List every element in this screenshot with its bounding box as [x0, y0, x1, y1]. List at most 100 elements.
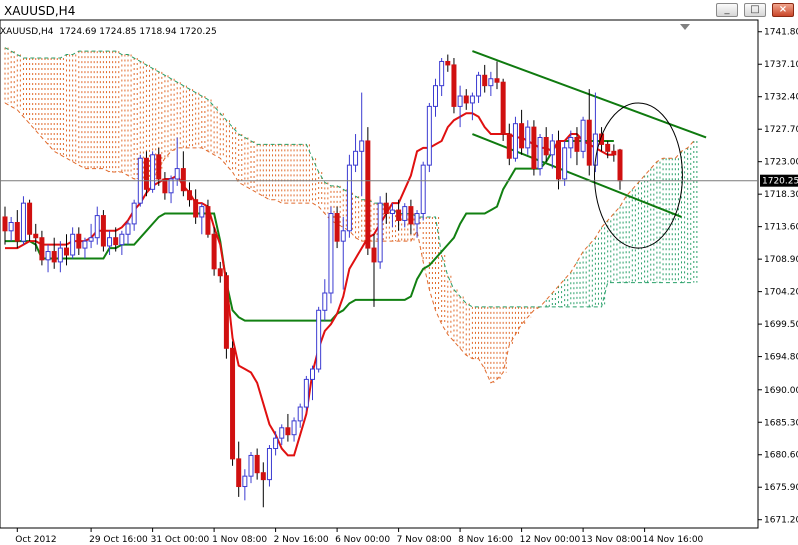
candle-body: [322, 292, 328, 311]
y-tick-label: 1713.60: [764, 223, 798, 233]
candle-body: [340, 230, 346, 242]
candle-body: [254, 454, 260, 474]
candle-body: [420, 164, 426, 215]
candle-body: [439, 60, 445, 87]
candle-body: [365, 140, 371, 249]
y-tick-label: 1675.90: [764, 483, 798, 493]
y-tick-label: 1699.50: [764, 320, 798, 330]
candle-body: [285, 427, 291, 436]
x-tick-label: 12 Nov 00:00: [520, 535, 581, 545]
x-tick-label: 29 Oct 16:00: [89, 535, 148, 545]
candle-body: [33, 233, 39, 239]
candle-body: [88, 237, 94, 242]
candle-body: [70, 233, 76, 256]
candle-body: [260, 472, 266, 481]
candle-body: [414, 213, 420, 225]
y-tick-label: 1680.60: [764, 451, 798, 461]
plot-frame: [0, 19, 759, 529]
y-tick-label: 1727.70: [764, 125, 798, 135]
x-tick-label: 6 Nov 00:00: [335, 535, 390, 545]
x-tick-label: Oct 2012: [15, 535, 56, 545]
candle-body: [14, 222, 20, 242]
candle-body: [45, 251, 51, 261]
candle-body: [580, 119, 586, 152]
candle-body: [273, 437, 279, 450]
minimize-button[interactable]: _: [716, 3, 738, 17]
y-tick-label: 1685.30: [764, 418, 798, 428]
candle-body: [20, 202, 26, 242]
candle-body: [408, 206, 414, 225]
candle-body: [617, 149, 623, 182]
candle-body: [193, 199, 199, 218]
candle-body: [266, 448, 272, 481]
candle-body: [211, 233, 217, 270]
candle-body: [279, 427, 285, 439]
candle-body: [377, 202, 383, 263]
candle-body: [113, 237, 119, 246]
candle-body: [187, 190, 192, 201]
candle-body: [297, 406, 303, 422]
candle-body: [39, 237, 45, 261]
candle-body: [51, 251, 57, 263]
candle-body: [494, 78, 500, 83]
y-tick-label: 1732.40: [764, 93, 798, 103]
dropdown-arrow-icon[interactable]: [680, 24, 690, 30]
candle-body: [556, 140, 561, 180]
x-tick-label: 2 Nov 16:00: [274, 535, 329, 545]
close-icon: ×: [778, 4, 788, 15]
candle-body: [57, 247, 63, 263]
info-line: XAUUSD,H4 1724.69 1724.85 1718.94 1720.2…: [0, 27, 217, 37]
candle-body: [396, 209, 402, 221]
candle-body: [291, 420, 297, 436]
candle-body: [107, 237, 113, 247]
candle-body: [426, 105, 432, 166]
candle-body: [457, 95, 463, 107]
x-tick-label: 31 Oct 00:00: [151, 535, 210, 545]
y-tick-label: 1671.20: [764, 516, 798, 526]
candle-body: [353, 150, 359, 166]
window-title: XAUUSD,H4: [4, 4, 76, 18]
candle-body: [64, 247, 69, 256]
candle-body: [482, 74, 488, 87]
candle-body: [205, 206, 211, 235]
close-button[interactable]: ×: [772, 3, 794, 17]
candle-body: [131, 202, 137, 225]
price-chart[interactable]: 1741.80 1737.10 1732.40 1727.70 1723.00 1718.…: [0, 0, 798, 545]
candle-body: [463, 95, 469, 104]
candle-body: [236, 458, 242, 488]
candle-body: [537, 136, 543, 170]
candle-body: [574, 136, 580, 152]
candle-body: [156, 154, 162, 180]
candle-body: [445, 60, 451, 66]
candle-body: [433, 85, 438, 107]
candle-body: [476, 74, 482, 97]
y-tick-label: 1723.00: [764, 158, 798, 168]
candlesticks: [2, 54, 623, 508]
candle-body: [512, 123, 518, 159]
candle-body: [316, 309, 322, 370]
candle-body: [359, 140, 365, 152]
candle-body: [586, 119, 592, 166]
minimize-icon: _: [724, 4, 730, 15]
candle-body: [500, 81, 506, 135]
y-tick-label: 1694.80: [764, 353, 798, 363]
y-tick-label: 1737.10: [764, 60, 798, 70]
candle-body: [82, 240, 88, 249]
candle-body: [371, 247, 377, 263]
candle-body: [174, 168, 180, 180]
x-tick-label: 7 Nov 08:00: [397, 535, 452, 545]
candle-body: [525, 126, 531, 149]
y-tick-label: 1741.80: [764, 28, 798, 38]
candle-body: [199, 206, 205, 218]
maximize-button[interactable]: □: [744, 3, 766, 17]
candle-body: [94, 215, 100, 239]
candle-body: [488, 78, 494, 87]
candle-body: [389, 209, 395, 215]
candle-body: [248, 454, 254, 477]
y-tick-label: 1708.90: [764, 255, 798, 265]
candle-body: [451, 64, 457, 107]
candle-body: [469, 95, 475, 104]
candle-body: [150, 154, 156, 190]
candle-body: [180, 168, 186, 192]
candle-body: [383, 202, 389, 215]
